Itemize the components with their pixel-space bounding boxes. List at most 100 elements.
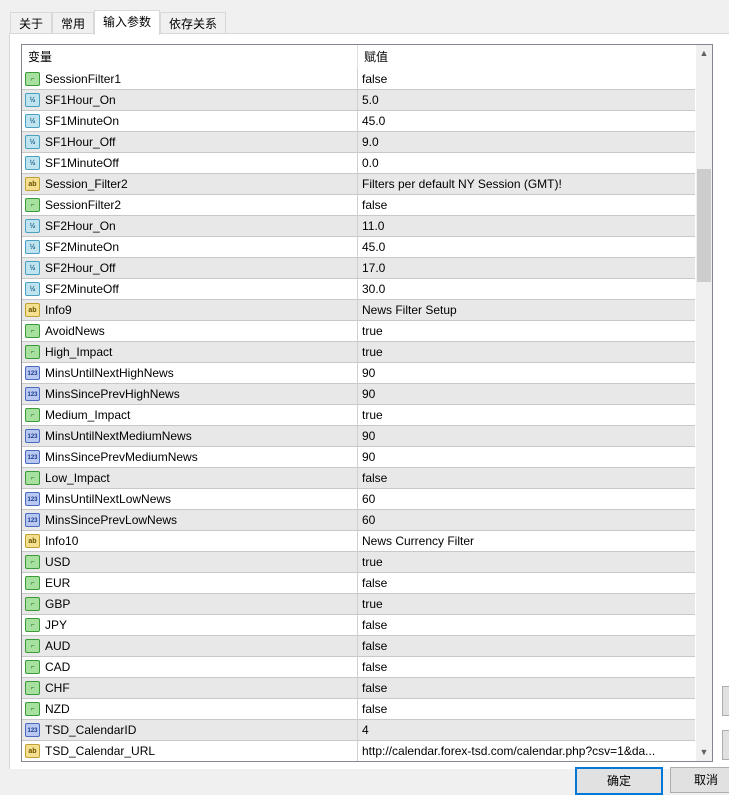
- side-button-1[interactable]: [722, 686, 729, 716]
- table-row[interactable]: ⌐ CHF false: [22, 678, 695, 699]
- table-row[interactable]: ½ SF1Hour_On 5.0: [22, 90, 695, 111]
- tab-dependencies[interactable]: 依存关系: [160, 12, 227, 34]
- scroll-down-icon[interactable]: ▼: [696, 744, 712, 761]
- value-cell[interactable]: false: [358, 198, 692, 212]
- value-cell[interactable]: false: [358, 681, 692, 695]
- variable-name: SessionFilter1: [45, 72, 122, 86]
- table-row[interactable]: ½ SF2MinuteOn 45.0: [22, 237, 695, 258]
- table-row[interactable]: ab TSD_Calendar_URL http://calendar.forex-…: [22, 741, 695, 761]
- variable-name: USD: [45, 555, 71, 569]
- table-row[interactable]: ⌐ NZD false: [22, 699, 695, 720]
- value-cell[interactable]: false: [358, 471, 692, 485]
- value-cell[interactable]: 45.0: [358, 240, 692, 254]
- variable-cell: ½ SF1Hour_On: [22, 90, 358, 110]
- tab-inputs[interactable]: 输入参数: [94, 10, 161, 35]
- table-row[interactable]: ⌐ CAD false: [22, 657, 695, 678]
- value-cell[interactable]: true: [358, 324, 692, 338]
- value-cell[interactable]: 60: [358, 513, 692, 527]
- value-cell[interactable]: 45.0: [358, 114, 692, 128]
- scrollbar-thumb[interactable]: [697, 169, 711, 282]
- value-cell[interactable]: true: [358, 555, 692, 569]
- table-row[interactable]: ⌐ AvoidNews true: [22, 321, 695, 342]
- bool-icon: ⌐: [25, 618, 40, 632]
- value-cell[interactable]: 90: [358, 387, 692, 401]
- table-row[interactable]: ½ SF1MinuteOn 45.0: [22, 111, 695, 132]
- table-row[interactable]: ab Info9 News Filter Setup: [22, 300, 695, 321]
- variable-name: Session_Filter2: [45, 177, 128, 191]
- table-row[interactable]: ab Session_Filter2 Filters per default NY …: [22, 174, 695, 195]
- bool-icon: ⌐: [25, 681, 40, 695]
- vertical-scrollbar[interactable]: ▲ ▼: [696, 45, 712, 761]
- table-row[interactable]: 123 MinsUntilNextHighNews 90: [22, 363, 695, 384]
- ok-button[interactable]: 确定: [575, 767, 663, 795]
- table-row[interactable]: ⌐ Low_Impact false: [22, 468, 695, 489]
- double-icon: ½: [25, 156, 40, 170]
- table-row[interactable]: 123 MinsSincePrevMediumNews 90: [22, 447, 695, 468]
- variable-cell: 123 MinsUntilNextLowNews: [22, 489, 358, 509]
- value-cell[interactable]: 4: [358, 723, 692, 737]
- table-row[interactable]: ½ SF1Hour_Off 9.0: [22, 132, 695, 153]
- value-cell[interactable]: News Filter Setup: [358, 303, 692, 317]
- column-header-value[interactable]: 赋值: [358, 45, 388, 69]
- value-cell[interactable]: 17.0: [358, 261, 692, 275]
- variable-cell: 123 MinsUntilNextHighNews: [22, 363, 358, 383]
- table-row[interactable]: 123 MinsUntilNextMediumNews 90: [22, 426, 695, 447]
- value-cell[interactable]: News Currency Filter: [358, 534, 692, 548]
- integer-icon: 123: [25, 387, 40, 401]
- cancel-button[interactable]: 取消: [670, 767, 729, 793]
- value-cell[interactable]: false: [358, 72, 692, 86]
- table-row[interactable]: 123 MinsUntilNextLowNews 60: [22, 489, 695, 510]
- table-row[interactable]: ⌐ AUD false: [22, 636, 695, 657]
- bool-icon: ⌐: [25, 345, 40, 359]
- value-cell[interactable]: Filters per default NY Session (GMT)!: [358, 177, 692, 191]
- scroll-up-icon[interactable]: ▲: [696, 45, 712, 62]
- value-cell[interactable]: false: [358, 576, 692, 590]
- value-cell[interactable]: 5.0: [358, 93, 692, 107]
- table-row[interactable]: ½ SF2Hour_On 11.0: [22, 216, 695, 237]
- table-row[interactable]: ⌐ Medium_Impact true: [22, 405, 695, 426]
- table-row[interactable]: ½ SF1MinuteOff 0.0: [22, 153, 695, 174]
- column-header-variable[interactable]: 变量: [22, 45, 358, 69]
- bool-icon: ⌐: [25, 597, 40, 611]
- table-row[interactable]: ⌐ EUR false: [22, 573, 695, 594]
- table-row[interactable]: ⌐ SessionFilter1 false: [22, 69, 695, 90]
- string-icon: ab: [25, 303, 40, 317]
- value-cell[interactable]: false: [358, 660, 692, 674]
- value-cell[interactable]: 60: [358, 492, 692, 506]
- value-cell[interactable]: 9.0: [358, 135, 692, 149]
- variable-name: AUD: [45, 639, 71, 653]
- variable-name: MinsUntilNextLowNews: [45, 492, 172, 506]
- integer-icon: 123: [25, 513, 40, 527]
- table-row[interactable]: ½ SF2Hour_Off 17.0: [22, 258, 695, 279]
- table-row[interactable]: ⌐ GBP true: [22, 594, 695, 615]
- table-row[interactable]: ⌐ USD true: [22, 552, 695, 573]
- table-row[interactable]: ½ SF2MinuteOff 30.0: [22, 279, 695, 300]
- value-cell[interactable]: true: [358, 408, 692, 422]
- table-row[interactable]: 123 TSD_CalendarID 4: [22, 720, 695, 741]
- side-button-2[interactable]: [722, 730, 729, 760]
- value-cell[interactable]: 11.0: [358, 219, 692, 233]
- value-cell[interactable]: true: [358, 597, 692, 611]
- value-cell[interactable]: 30.0: [358, 282, 692, 296]
- value-cell[interactable]: false: [358, 639, 692, 653]
- table-row[interactable]: ab Info10 News Currency Filter: [22, 531, 695, 552]
- variable-cell: 123 TSD_CalendarID: [22, 720, 358, 740]
- tab-common[interactable]: 常用: [52, 12, 95, 34]
- table-row[interactable]: ⌐ SessionFilter2 false: [22, 195, 695, 216]
- value-cell[interactable]: 90: [358, 450, 692, 464]
- value-cell[interactable]: false: [358, 702, 692, 716]
- value-cell[interactable]: 90: [358, 429, 692, 443]
- value-cell[interactable]: 0.0: [358, 156, 692, 170]
- table-row[interactable]: 123 MinsSincePrevHighNews 90: [22, 384, 695, 405]
- variable-cell: ⌐ SessionFilter1: [22, 69, 358, 89]
- value-cell[interactable]: false: [358, 618, 692, 632]
- value-cell[interactable]: 90: [358, 366, 692, 380]
- tab-about[interactable]: 关于: [10, 12, 53, 34]
- table-row[interactable]: 123 MinsSincePrevLowNews 60: [22, 510, 695, 531]
- table-row[interactable]: ⌐ JPY false: [22, 615, 695, 636]
- variable-cell: ½ SF2MinuteOn: [22, 237, 358, 257]
- table-row[interactable]: ⌐ High_Impact true: [22, 342, 695, 363]
- value-cell[interactable]: true: [358, 345, 692, 359]
- bool-icon: ⌐: [25, 471, 40, 485]
- value-cell[interactable]: http://calendar.forex-tsd.com/calendar.p…: [358, 744, 692, 758]
